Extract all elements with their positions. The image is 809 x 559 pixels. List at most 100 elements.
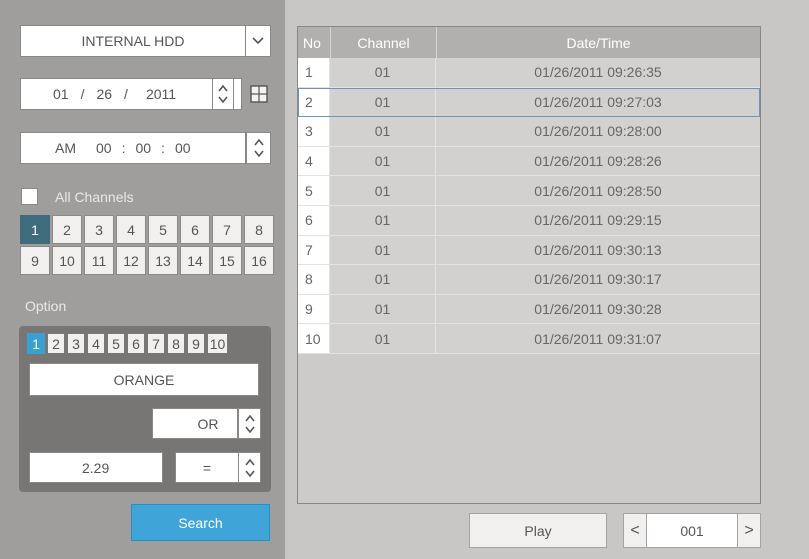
play-button[interactable]: Play [469, 513, 607, 548]
logic-select[interactable]: OR [152, 408, 238, 439]
results-table: No Channel Date/Time 1 01 01/26/2011 09:26… [297, 26, 761, 504]
row-channel: 01 [330, 117, 436, 146]
option-tab[interactable]: 3 [67, 333, 85, 354]
header-datetime[interactable]: Date/Time [436, 27, 760, 58]
option-tab[interactable]: 9 [187, 333, 205, 354]
row-datetime: 01/26/2011 09:28:50 [436, 176, 760, 205]
time-field[interactable]: AM 00 : 00 : 00 [20, 132, 246, 164]
table-row[interactable]: 10 01 01/26/2011 09:31:07 [298, 324, 760, 354]
table-row[interactable]: 8 01 01/26/2011 09:30:17 [298, 265, 760, 295]
channel-button[interactable]: 5 [148, 215, 178, 244]
all-channels-label: All Channels [55, 189, 134, 205]
storage-select-value: INTERNAL HDD [81, 33, 185, 49]
date-stepper[interactable] [212, 78, 234, 110]
operator-stepper[interactable] [238, 452, 261, 483]
calendar-button[interactable] [249, 84, 269, 104]
table-row[interactable]: 6 01 01/26/2011 09:29:15 [298, 205, 760, 236]
table-row[interactable]: 2 01 01/26/2011 09:27:03 [298, 87, 760, 118]
channel-button[interactable]: 7 [212, 215, 242, 244]
row-number: 6 [298, 205, 330, 235]
number-field[interactable]: 2.29 [29, 452, 163, 483]
table-row[interactable]: 7 01 01/26/2011 09:30:13 [298, 235, 760, 266]
time-minute[interactable]: 00 [135, 140, 151, 156]
page-number: 001 [680, 522, 704, 539]
table-row[interactable]: 4 01 01/26/2011 09:28:26 [298, 146, 760, 177]
up-down-arrows-icon [253, 138, 264, 158]
table-row[interactable]: 9 01 01/26/2011 09:30:28 [298, 294, 760, 325]
all-channels-checkbox[interactable] [21, 188, 38, 205]
up-down-arrows-icon [244, 458, 255, 477]
page-number-field[interactable]: 001 [646, 513, 738, 548]
row-channel: 01 [330, 146, 436, 176]
date-month[interactable]: 01 [53, 86, 69, 102]
channel-button[interactable]: 16 [244, 246, 274, 275]
number-value: 2.29 [82, 459, 110, 476]
date-field[interactable]: 01 / 26 / 2011 [20, 78, 242, 110]
date-year[interactable]: 2011 [146, 86, 176, 102]
table-body: 1 01 01/26/2011 09:26:35 2 01 01/26/2011 09:2… [298, 58, 760, 354]
channel-button[interactable]: 1 [20, 215, 50, 244]
operator-select[interactable]: = [175, 452, 239, 483]
header-no[interactable]: No [298, 27, 330, 58]
search-button-label: Search [178, 514, 223, 531]
channel-button[interactable]: 10 [52, 246, 82, 275]
row-datetime: 01/26/2011 09:31:07 [436, 324, 760, 353]
channel-grid: 1 2 3 4 5 6 7 8 9 10 11 12 13 14 15 16 [20, 215, 274, 275]
table-row[interactable]: 1 01 01/26/2011 09:26:35 [298, 58, 760, 88]
date-separator: / [124, 86, 128, 102]
time-meridiem[interactable]: AM [55, 140, 76, 156]
row-datetime: 01/26/2011 09:28:00 [436, 117, 760, 146]
row-channel: 01 [330, 235, 436, 265]
prev-page-button[interactable]: < [623, 513, 647, 548]
header-channel[interactable]: Channel [330, 27, 436, 58]
option-tab[interactable]: 7 [147, 333, 165, 354]
option-tab[interactable]: 5 [107, 333, 125, 354]
channel-button[interactable]: 15 [212, 246, 242, 275]
search-button[interactable]: Search [131, 504, 270, 541]
date-day[interactable]: 26 [96, 86, 112, 102]
row-number: 3 [298, 117, 330, 146]
channel-button[interactable]: 2 [52, 215, 82, 244]
next-page-button[interactable]: > [737, 513, 761, 548]
row-number: 1 [298, 58, 330, 87]
option-tab[interactable]: 4 [87, 333, 105, 354]
row-channel: 01 [330, 324, 436, 353]
channel-button[interactable]: 14 [180, 246, 210, 275]
logic-stepper[interactable] [238, 408, 261, 439]
row-number: 7 [298, 235, 330, 265]
table-row[interactable]: 5 01 01/26/2011 09:28:50 [298, 176, 760, 206]
row-datetime: 01/26/2011 09:27:03 [436, 87, 760, 117]
channel-button[interactable]: 13 [148, 246, 178, 275]
row-datetime: 01/26/2011 09:30:13 [436, 235, 760, 265]
time-stepper[interactable] [246, 132, 271, 164]
row-number: 5 [298, 176, 330, 205]
option-text-field[interactable]: ORANGE [29, 363, 259, 396]
channel-button[interactable]: 9 [20, 246, 50, 275]
option-tab[interactable]: 2 [47, 333, 65, 354]
channel-button[interactable]: 12 [116, 246, 146, 275]
table-row[interactable]: 3 01 01/26/2011 09:28:00 [298, 117, 760, 147]
channel-button[interactable]: 11 [84, 246, 114, 275]
time-hour[interactable]: 00 [96, 140, 112, 156]
option-tab[interactable]: 6 [127, 333, 145, 354]
channel-button[interactable]: 3 [84, 215, 114, 244]
play-button-label: Play [524, 522, 552, 539]
row-channel: 01 [330, 294, 436, 324]
time-second[interactable]: 00 [175, 140, 191, 156]
option-tab[interactable]: 8 [167, 333, 185, 354]
time-separator: : [121, 140, 126, 156]
channel-button[interactable]: 8 [244, 215, 274, 244]
channel-button[interactable]: 6 [180, 215, 210, 244]
row-channel: 01 [330, 87, 436, 117]
row-number: 8 [298, 265, 330, 294]
storage-select[interactable]: INTERNAL HDD [20, 25, 246, 57]
row-number: 4 [298, 146, 330, 176]
storage-dropdown-button[interactable] [245, 25, 271, 57]
option-tab[interactable]: 1 [27, 333, 45, 354]
chevron-right-icon: > [744, 521, 754, 539]
option-tab[interactable]: 10 [207, 333, 228, 354]
time-separator: : [161, 140, 165, 156]
chevron-left-icon: < [630, 521, 640, 539]
calendar-grid-icon [250, 85, 268, 103]
channel-button[interactable]: 4 [116, 215, 146, 244]
